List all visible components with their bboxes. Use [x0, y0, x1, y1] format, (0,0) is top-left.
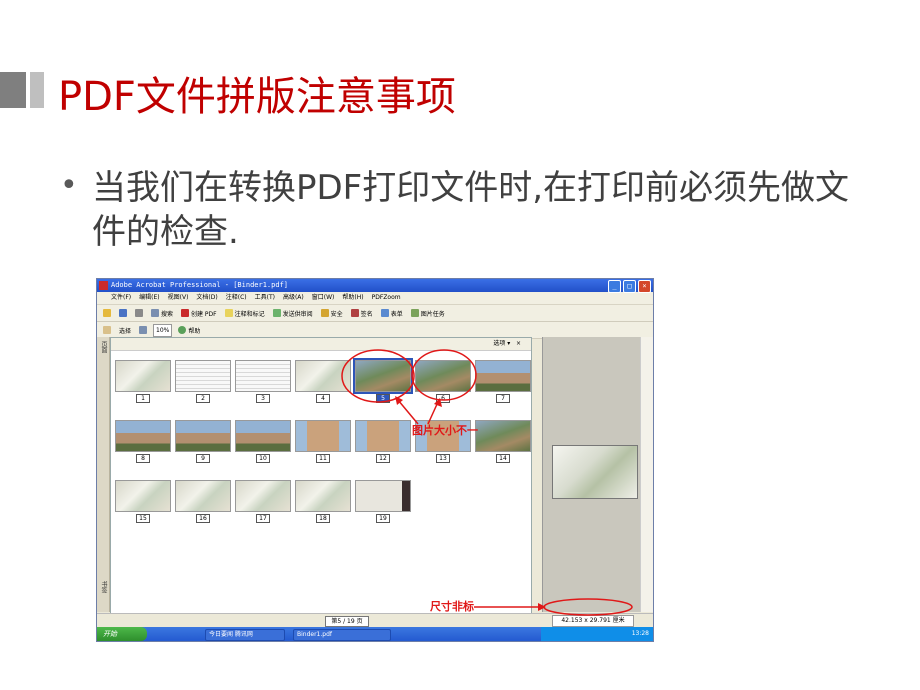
arrow-line-right	[427, 401, 439, 425]
size-arrow-head	[538, 603, 546, 611]
annotation-size-mismatch: 图片大小不一	[412, 424, 478, 437]
size-highlight-ellipse	[543, 598, 633, 616]
highlight-ellipse-6	[411, 349, 477, 401]
annotation-nonstandard-size: 尺寸非标	[430, 600, 474, 613]
highlight-ellipse-5	[341, 349, 415, 403]
arrow-line-left	[397, 399, 419, 425]
annotation-overlay	[341, 349, 633, 616]
